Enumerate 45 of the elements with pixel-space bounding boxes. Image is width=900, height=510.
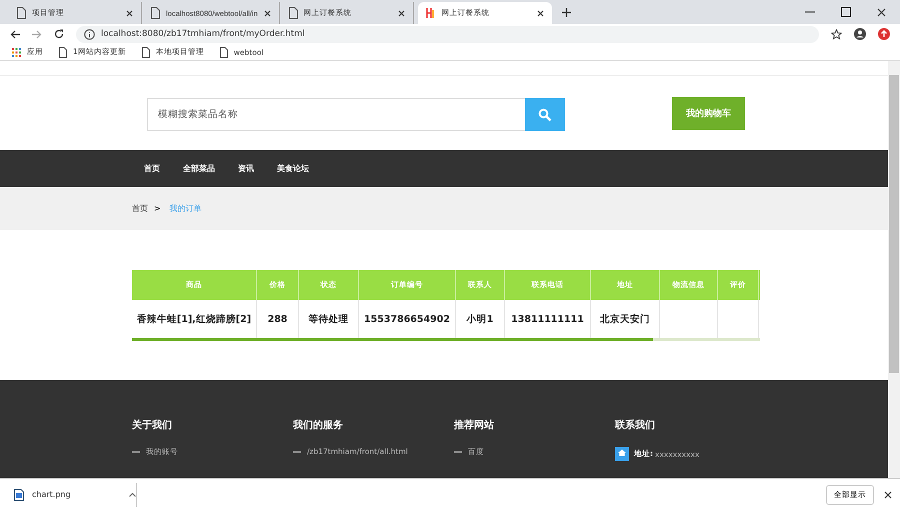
footer-heading: 联系我们 xyxy=(615,418,656,432)
footer-heading: 我们的服务 xyxy=(293,418,344,432)
dash-icon xyxy=(132,451,140,453)
favicon-icon[interactable] xyxy=(426,7,436,19)
nav-link[interactable]: 全部菜品 xyxy=(183,163,215,174)
breadcrumb-current: 我的订单 xyxy=(170,203,202,214)
page-icon[interactable] xyxy=(150,7,160,19)
image-file-icon[interactable] xyxy=(14,488,24,500)
scrollbar[interactable] xyxy=(888,61,900,478)
star-icon[interactable] xyxy=(831,28,842,40)
footer-heading: 推荐网站 xyxy=(454,418,495,432)
new-tab-icon[interactable] xyxy=(562,8,571,16)
close-icon[interactable] xyxy=(884,490,892,498)
dash-icon xyxy=(293,450,301,452)
footer-heading: 关于我们 xyxy=(132,418,173,432)
page-icon[interactable] xyxy=(220,46,228,58)
address-field[interactable]: localhost:8080/zb17tmhiam/front/myOrder.html xyxy=(76,26,819,42)
close-icon[interactable] xyxy=(536,10,544,16)
breadcrumb-separator: > xyxy=(154,204,161,213)
close-icon[interactable] xyxy=(877,8,886,16)
page-icon[interactable] xyxy=(59,46,67,58)
apps-grid-icon[interactable] xyxy=(12,48,21,56)
minimize-icon[interactable] xyxy=(805,11,815,13)
dash-icon xyxy=(454,451,462,453)
account-icon[interactable] xyxy=(854,28,866,40)
info-icon[interactable] xyxy=(84,28,95,40)
nav-link[interactable]: 美食论坛 xyxy=(277,163,309,174)
close-icon[interactable] xyxy=(126,10,133,16)
caret-icon[interactable] xyxy=(129,492,136,497)
maximize-icon[interactable] xyxy=(841,7,851,17)
page-icon[interactable] xyxy=(288,7,298,19)
close-icon[interactable] xyxy=(398,10,405,16)
page-icon[interactable] xyxy=(142,46,150,58)
nav-link[interactable]: 首页 xyxy=(144,163,160,174)
back-icon[interactable] xyxy=(10,30,20,38)
page-icon[interactable] xyxy=(16,7,26,19)
update-icon[interactable] xyxy=(878,28,890,40)
horizontal-scrollbar[interactable] xyxy=(132,338,760,341)
download-item[interactable]: chart.png xyxy=(0,482,137,506)
reload-icon[interactable] xyxy=(54,29,64,39)
breadcrumb-link[interactable]: 首页 xyxy=(132,203,148,214)
search-field[interactable]: 模糊搜索菜品名称 xyxy=(147,98,525,131)
close-icon[interactable] xyxy=(264,10,271,16)
nav-link[interactable]: 资讯 xyxy=(238,163,254,174)
home-icon[interactable] xyxy=(615,447,629,461)
